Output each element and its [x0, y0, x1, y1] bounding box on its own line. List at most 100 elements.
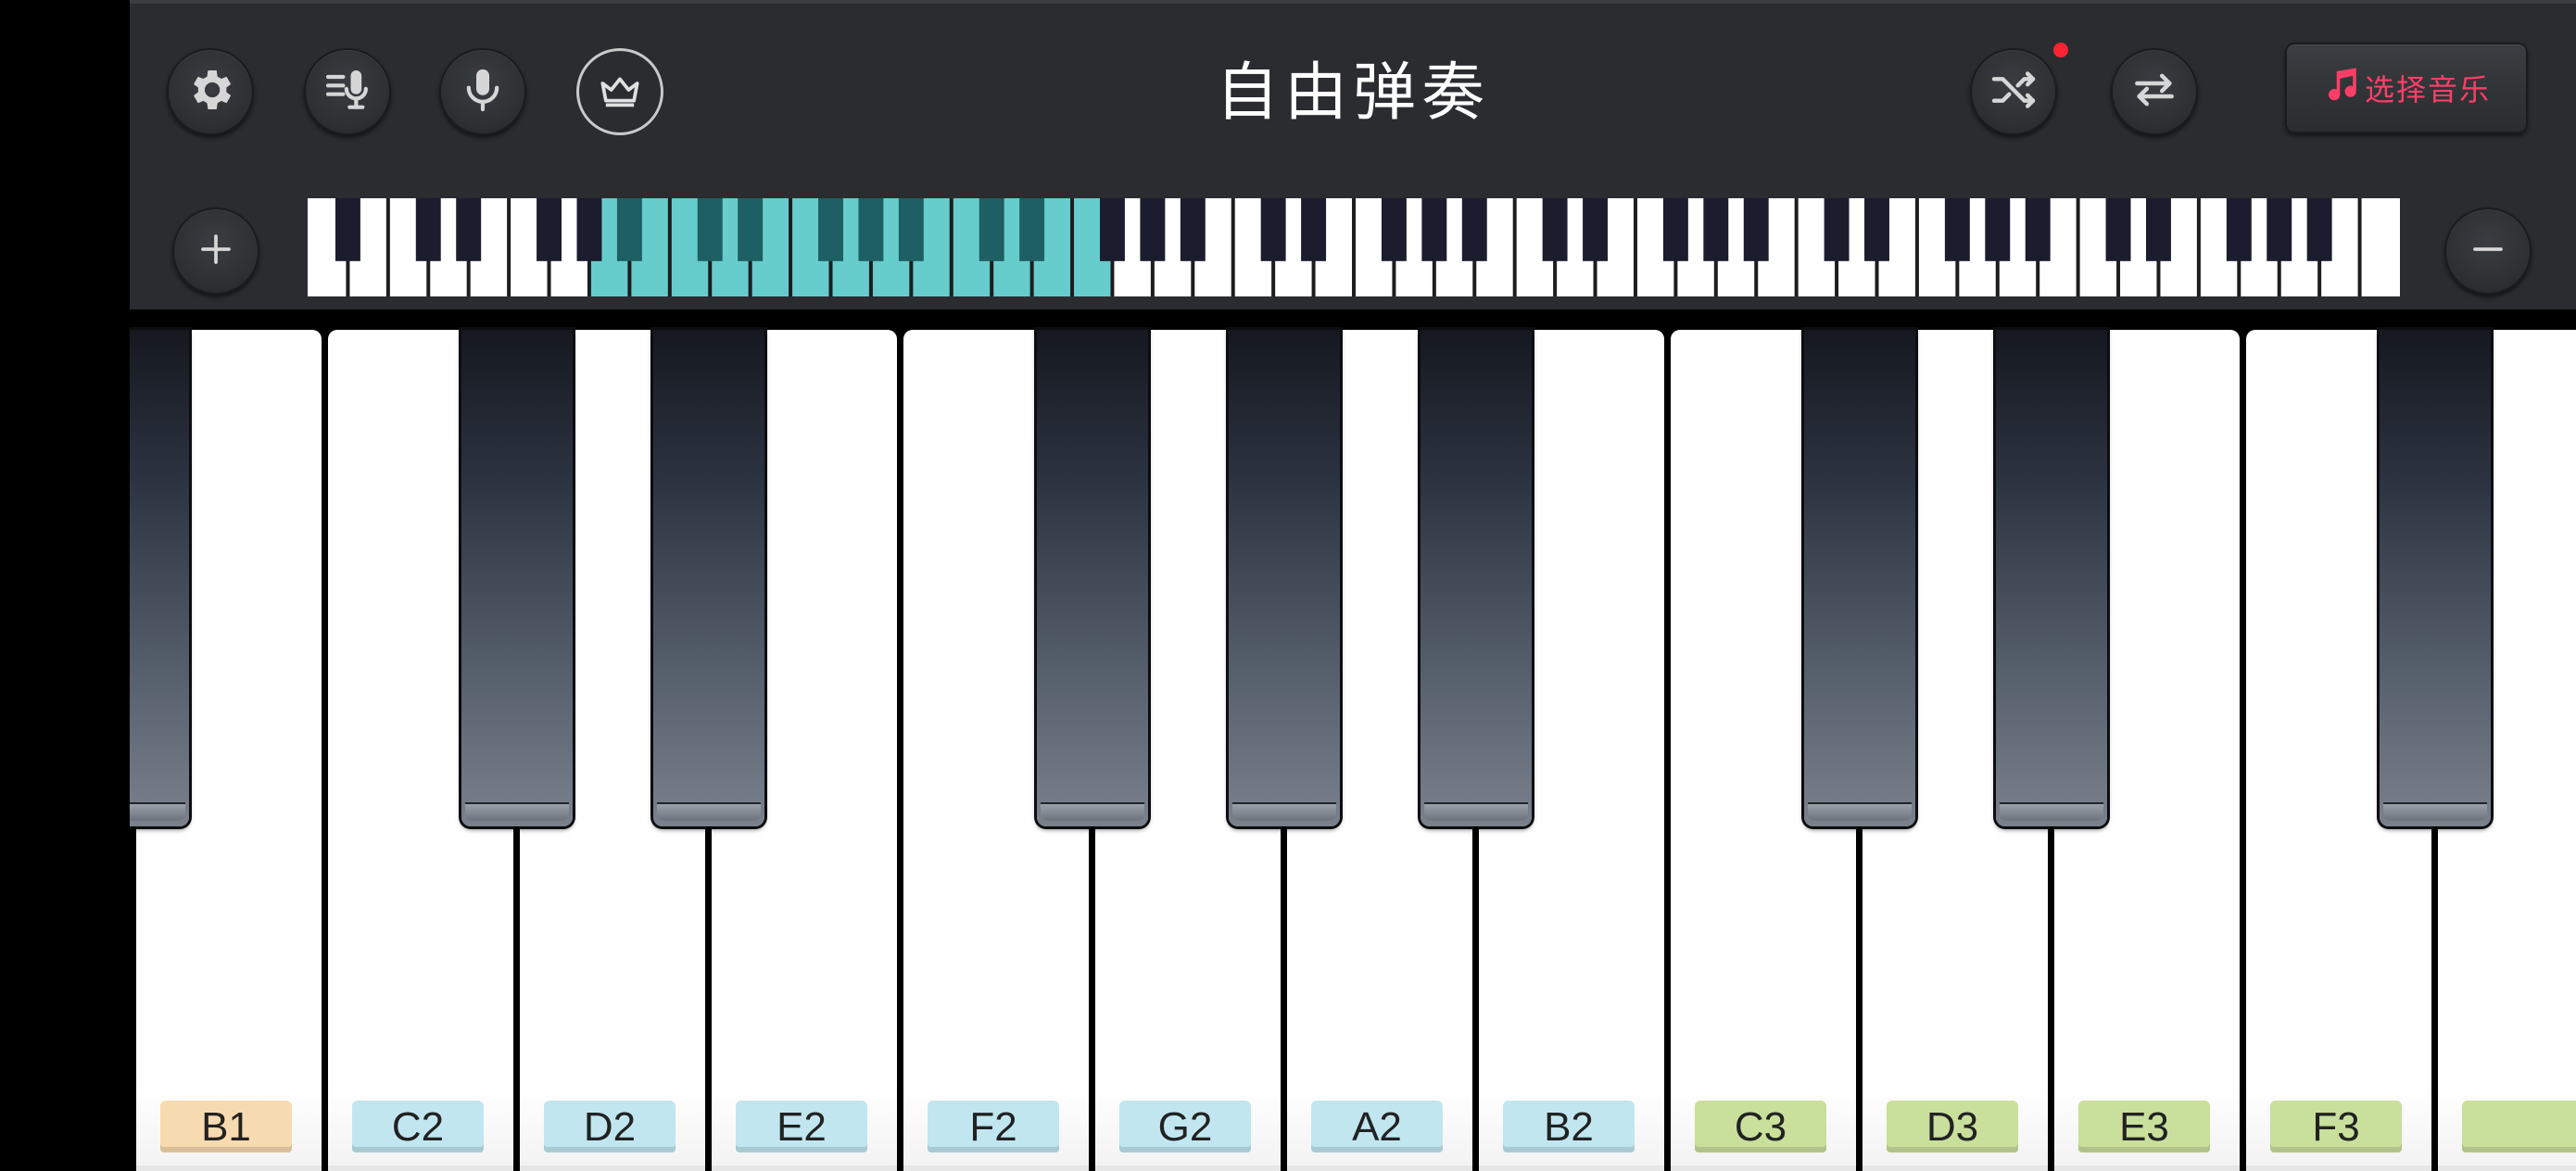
black-key[interactable]	[130, 330, 189, 826]
note-label: E3	[2078, 1101, 2210, 1152]
mini-key-divider	[949, 198, 953, 296]
settings-button[interactable]	[167, 48, 254, 135]
zoom-in-button[interactable]	[172, 208, 259, 295]
mini-key-divider	[1914, 198, 1919, 296]
mini-black-key	[1703, 198, 1729, 261]
mini-black-key	[1301, 198, 1327, 261]
mini-key-divider	[1352, 198, 1356, 296]
mini-black-key	[2105, 198, 2131, 261]
mini-black-key	[1461, 198, 1487, 261]
mini-black-key	[415, 198, 441, 261]
key-divider	[2432, 826, 2437, 1171]
mini-black-key	[1864, 198, 1889, 261]
piano-keyboard: A1B1C2D2E2F2G2A2B2C3D3E3F3	[130, 330, 2576, 1171]
note-label: E2	[736, 1101, 867, 1152]
mini-keyboard-navigator[interactable]	[308, 198, 2400, 296]
note-label: B2	[1503, 1101, 1635, 1152]
key-divider	[1857, 826, 1862, 1171]
note-label: C2	[352, 1101, 484, 1152]
mini-black-key	[1140, 198, 1166, 261]
mini-key-divider	[1070, 198, 1075, 296]
voice-settings-button[interactable]	[304, 48, 391, 135]
vip-button[interactable]	[576, 48, 663, 135]
mini-key-divider	[2076, 198, 2080, 296]
key-divider	[706, 826, 711, 1171]
mini-key-divider	[2196, 198, 2201, 296]
mini-black-key	[1944, 198, 1970, 261]
mini-black-key	[576, 198, 602, 261]
mini-black-key	[1381, 198, 1407, 261]
mini-black-key	[738, 198, 764, 261]
mini-black-key	[1019, 198, 1045, 261]
piano-app: 自由弹奏 选择音乐 B1 C2 D2 E2 F2 G2 A2 B2 C3 D3 …	[130, 0, 2576, 1171]
mini-black-key	[2306, 198, 2332, 261]
mini-black-key	[697, 198, 723, 261]
notification-dot	[2053, 43, 2068, 57]
mini-black-key	[1743, 198, 1769, 261]
black-key[interactable]	[461, 330, 573, 826]
mini-black-key	[2146, 198, 2171, 261]
mini-black-key	[1100, 198, 1125, 261]
black-key[interactable]	[652, 330, 764, 826]
plus-icon	[190, 223, 242, 279]
mini-black-key	[858, 198, 884, 261]
mini-black-key	[979, 198, 1004, 261]
key-divider	[2049, 826, 2053, 1171]
mini-keyboard-svg	[335, 198, 2362, 296]
black-key[interactable]	[1228, 330, 1340, 826]
mini-key-divider	[1633, 198, 1637, 296]
mini-black-key	[1985, 198, 2011, 261]
mini-black-key	[818, 198, 843, 261]
mini-key-divider	[507, 198, 511, 296]
note-label: A2	[1311, 1101, 1443, 1152]
key-divider	[514, 826, 519, 1171]
mini-black-key	[537, 198, 562, 261]
top-toolbar: 自由弹奏 选择音乐	[130, 0, 2576, 309]
mini-black-key	[898, 198, 924, 261]
select-music-label: 选择音乐	[2364, 72, 2491, 107]
black-key[interactable]	[2379, 330, 2491, 826]
mini-black-key	[1583, 198, 1608, 261]
minus-icon	[2462, 223, 2514, 279]
black-key[interactable]	[1036, 330, 1148, 826]
microphone-button[interactable]	[439, 48, 526, 135]
mini-black-key	[1421, 198, 1447, 261]
gear-icon	[184, 64, 236, 120]
mini-black-key	[1542, 198, 1568, 261]
key-divider	[1282, 826, 1286, 1171]
crown-icon	[594, 64, 646, 120]
mini-key-divider	[667, 198, 672, 296]
black-key[interactable]	[1995, 330, 2107, 826]
mini-key-divider	[385, 198, 390, 296]
select-music-button[interactable]: 选择音乐	[2285, 43, 2528, 133]
mini-black-key	[1824, 198, 1850, 261]
black-key[interactable]	[1803, 330, 1915, 826]
mini-black-key	[1180, 198, 1206, 261]
mini-key-divider	[2357, 198, 2362, 296]
note-label: C3	[1695, 1101, 1826, 1152]
black-key[interactable]	[1420, 330, 1532, 826]
mini-key-divider	[1794, 198, 1799, 296]
music-note-icon	[2322, 65, 2365, 111]
note-label: D3	[1887, 1101, 2018, 1152]
key-divider	[1090, 826, 1094, 1171]
mini-black-key	[1260, 198, 1286, 261]
key-divider	[1473, 826, 1478, 1171]
note-label: F2	[928, 1101, 1059, 1152]
shuffle-icon	[1988, 64, 2039, 120]
mini-black-key	[2226, 198, 2252, 261]
swap-arrows-icon	[2128, 64, 2180, 120]
mini-black-key	[2025, 198, 2051, 261]
microphone-icon	[457, 64, 509, 120]
note-label: G2	[1119, 1101, 1251, 1152]
mini-key-divider	[789, 198, 793, 296]
mini-black-key	[456, 198, 482, 261]
note-label: B1	[160, 1101, 292, 1152]
note-label: D2	[544, 1101, 676, 1152]
shuffle-button[interactable]	[1970, 48, 2057, 135]
mini-black-key	[1662, 198, 1688, 261]
voice-settings-icon	[322, 64, 373, 120]
note-label: F3	[2270, 1101, 2402, 1152]
switch-button[interactable]	[2111, 48, 2198, 135]
zoom-out-button[interactable]	[2444, 208, 2532, 295]
